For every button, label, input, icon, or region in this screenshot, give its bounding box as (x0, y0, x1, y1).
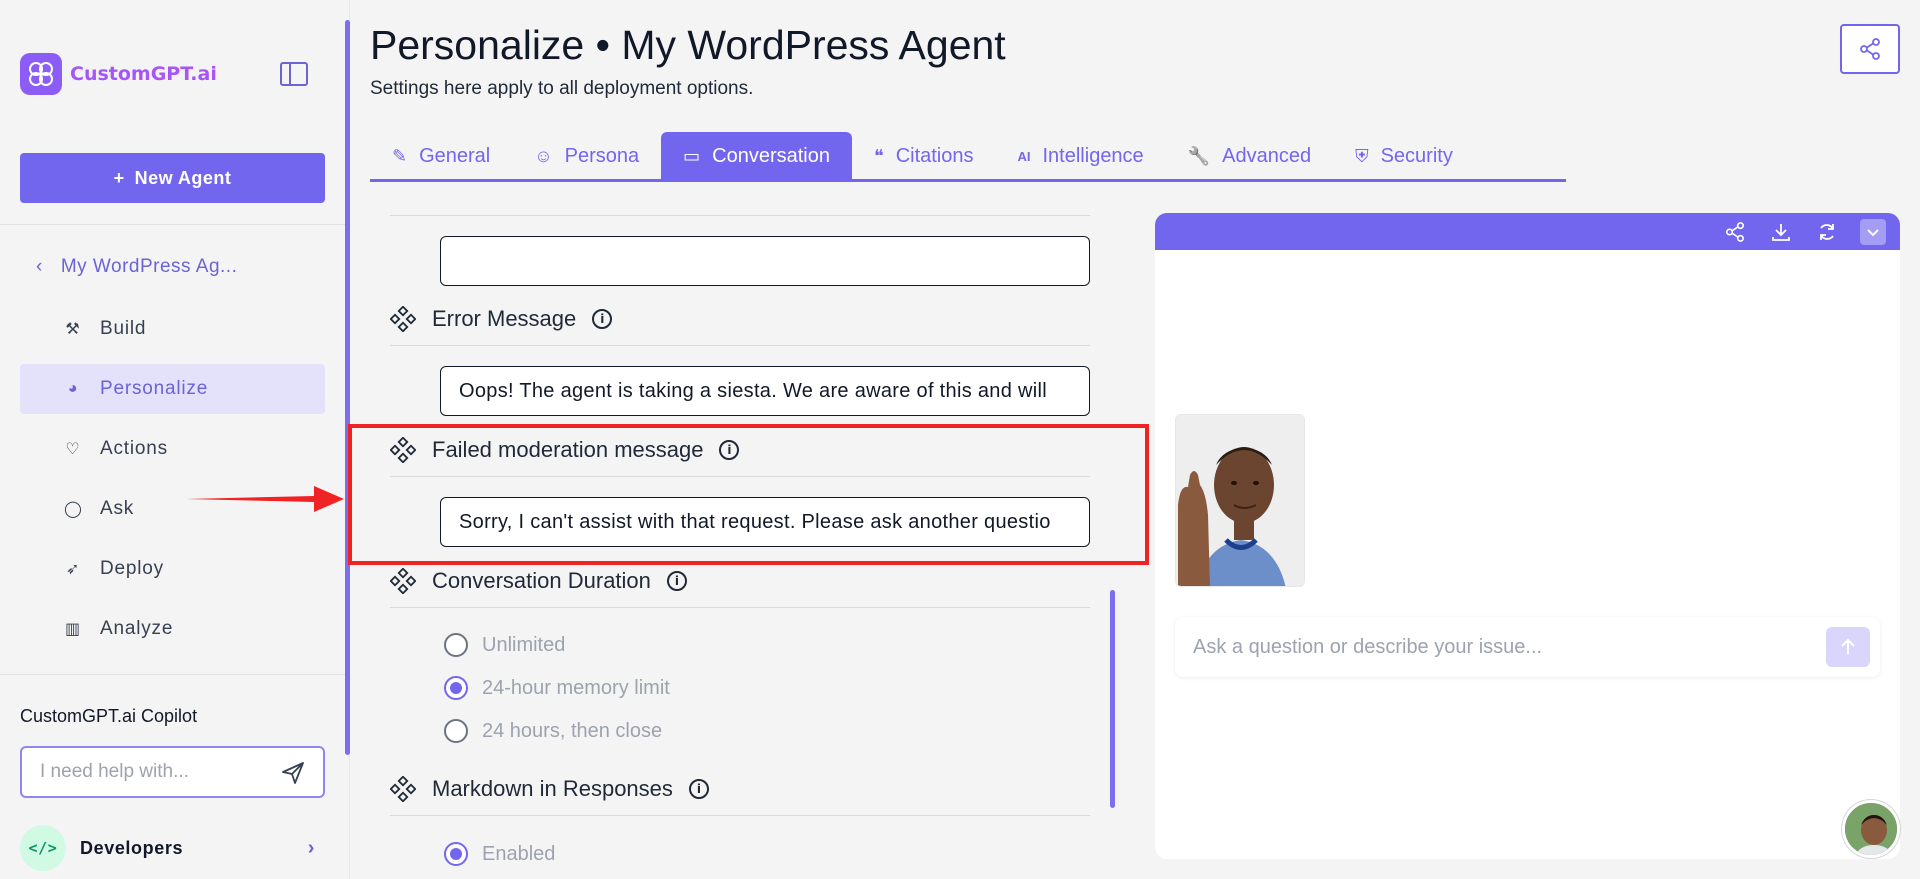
radio-button-selected[interactable] (444, 842, 468, 866)
share-icon (1860, 38, 1880, 60)
copilot-input[interactable] (20, 746, 325, 798)
duration-option-24h-memory[interactable]: 24-hour memory limit (444, 676, 670, 700)
section-divider (390, 607, 1090, 608)
drag-handle-icon[interactable] (390, 776, 416, 802)
chart-icon: ▥ (65, 621, 81, 638)
brand-logo[interactable]: CustomGPT.ai (20, 53, 217, 95)
quote-list-icon: ❝ (874, 145, 884, 166)
info-icon[interactable]: i (592, 309, 613, 329)
radio-button[interactable] (444, 633, 468, 657)
build-icon: ⚒ (65, 321, 81, 338)
tab-general[interactable]: ✎ General (370, 132, 512, 180)
chevron-left-icon: ‹ (36, 256, 43, 277)
sidebar-item-personalize[interactable]: ◕ Personalize (20, 364, 325, 414)
tab-citations[interactable]: ❝ Citations (852, 132, 996, 180)
tab-conversation[interactable]: ▭ Conversation (661, 132, 852, 180)
section-divider (390, 215, 1090, 216)
info-icon[interactable]: i (666, 571, 687, 591)
annotation-arrow-icon (186, 486, 344, 512)
sidebar-item-actions[interactable]: ♡ Actions (20, 424, 325, 474)
chat-bubble-icon: ▭ (683, 145, 701, 166)
drag-handle-icon[interactable] (390, 568, 416, 594)
chevron-right-icon: › (307, 836, 315, 859)
new-agent-button[interactable]: + New Agent (20, 153, 325, 203)
page-subtitle: Settings here apply to all deployment op… (370, 78, 754, 99)
previous-field-text[interactable] (441, 237, 1089, 285)
chat-send-button[interactable] (1826, 627, 1870, 667)
duration-option-unlimited[interactable]: Unlimited (444, 633, 565, 657)
chat-text-field[interactable] (1175, 617, 1815, 677)
sidebar: CustomGPT.ai + New Agent ‹ My WordPress … (0, 0, 350, 879)
conversation-duration-label: Conversation Duration i (390, 568, 687, 594)
code-icon: </> (20, 825, 66, 871)
ai-icon: AI (1017, 148, 1031, 164)
sidebar-scrollbar[interactable] (345, 20, 350, 755)
page-title: Personalize • My WordPress Agent (370, 22, 1006, 68)
rocket-icon: ➶ (65, 561, 81, 578)
developers-link[interactable]: </> Developers › (20, 825, 325, 871)
tab-security[interactable]: ⛨ Security (1333, 132, 1475, 180)
actions-icon: ♡ (65, 441, 81, 458)
agent-preview-panel (1155, 213, 1900, 859)
tab-persona[interactable]: ☺ Persona (512, 132, 661, 180)
divider (0, 674, 345, 675)
send-icon[interactable] (281, 761, 305, 785)
pencil-ruler-icon: ✎ (392, 145, 408, 166)
markdown-option-enabled[interactable]: Enabled (444, 842, 555, 866)
section-divider (390, 815, 1090, 816)
arrow-up-icon (1841, 638, 1855, 654)
annotation-highlight-box (348, 424, 1149, 565)
section-divider (390, 345, 1090, 346)
agent-back-link[interactable]: ‹ My WordPress Ag... (36, 256, 237, 278)
divider (0, 224, 345, 225)
preview-toolbar (1155, 213, 1900, 250)
drag-handle-icon[interactable] (390, 306, 416, 332)
refresh-icon[interactable] (1814, 219, 1840, 245)
error-message-input[interactable] (440, 366, 1090, 416)
error-message-field[interactable] (441, 367, 1089, 415)
tab-intelligence[interactable]: AI Intelligence (996, 132, 1166, 180)
settings-tabs: ✎ General ☺ Persona ▭ Conversation ❝ Citatio… (370, 132, 1566, 182)
tab-advanced[interactable]: 🔧 Advanced (1166, 132, 1333, 180)
info-icon[interactable]: i (688, 779, 709, 799)
radio-button-selected[interactable] (444, 676, 468, 700)
sidebar-toggle-icon[interactable] (280, 62, 308, 86)
sidebar-item-build[interactable]: ⚒ Build (20, 304, 325, 354)
radio-button[interactable] (444, 719, 468, 743)
share-button[interactable] (1840, 24, 1900, 74)
support-chat-avatar[interactable] (1842, 800, 1900, 858)
error-message-label: Error Message i (390, 306, 613, 332)
form-scrollbar[interactable] (1110, 590, 1115, 808)
wrench-icon: 🔧 (1187, 145, 1211, 166)
download-icon[interactable] (1768, 219, 1794, 245)
palette-icon: ◕ (67, 380, 79, 397)
share-icon[interactable] (1722, 219, 1748, 245)
chat-icon: ◯ (64, 501, 83, 518)
sidebar-item-deploy[interactable]: ➶ Deploy (20, 544, 325, 594)
markdown-label: Markdown in Responses i (390, 776, 709, 802)
agent-avatar-image (1175, 414, 1305, 587)
user-circle-icon: ☺ (534, 145, 553, 166)
sidebar-item-analyze[interactable]: ▥ Analyze (20, 604, 325, 654)
previous-field-input[interactable] (440, 236, 1090, 286)
copilot-text-field[interactable] (22, 748, 262, 796)
brain-logo-icon (20, 53, 62, 95)
shield-icon: ⛨ (1355, 145, 1369, 166)
brand-name: CustomGPT.ai (70, 63, 217, 85)
duration-option-24h-close[interactable]: 24 hours, then close (444, 719, 662, 743)
chevron-down-icon[interactable] (1860, 218, 1886, 245)
chat-input[interactable] (1175, 617, 1880, 677)
plus-icon: + (113, 167, 125, 188)
copilot-title: CustomGPT.ai Copilot (20, 706, 198, 726)
